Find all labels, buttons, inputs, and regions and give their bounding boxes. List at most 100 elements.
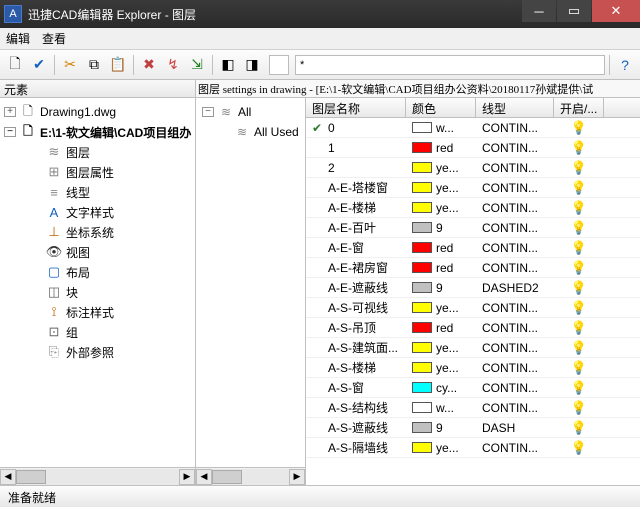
linetype-cell[interactable]: CONTIN... <box>476 121 554 135</box>
maximize-button[interactable]: ▭ <box>557 0 591 22</box>
col-color[interactable]: 颜色 <box>406 98 476 117</box>
tree-child[interactable]: ⊥坐标系统 <box>30 222 193 242</box>
bulb-icon[interactable]: 💡 <box>571 300 587 315</box>
filter-all[interactable]: − ≋ All <box>200 102 301 122</box>
bulb-icon[interactable]: 💡 <box>571 260 587 275</box>
table-row[interactable]: 2ye...CONTIN...💡 <box>306 158 640 178</box>
table-row[interactable]: A-E-百叶9CONTIN...💡 <box>306 218 640 238</box>
color-swatch[interactable] <box>412 402 432 413</box>
layer-grid[interactable]: ✔0w...CONTIN...💡1redCONTIN...💡2ye...CONT… <box>306 118 640 485</box>
bulb-icon[interactable]: 💡 <box>571 280 587 295</box>
col-name[interactable]: 图层名称 <box>306 98 406 117</box>
linetype-cell[interactable]: CONTIN... <box>476 301 554 315</box>
linetype-cell[interactable]: DASH <box>476 421 554 435</box>
linetype-cell[interactable]: CONTIN... <box>476 401 554 415</box>
color-swatch[interactable] <box>412 182 432 193</box>
linetype-cell[interactable]: CONTIN... <box>476 381 554 395</box>
table-row[interactable]: 1redCONTIN...💡 <box>306 138 640 158</box>
scroll-right-icon[interactable]: ▶ <box>289 469 305 485</box>
table-row[interactable]: A-S-建筑面...ye...CONTIN...💡 <box>306 338 640 358</box>
table-row[interactable]: A-E-遮蔽线9DASHED2💡 <box>306 278 640 298</box>
mid-h-scrollbar[interactable]: ◀ ▶ <box>196 467 305 485</box>
collapse-icon[interactable]: − <box>202 107 214 117</box>
bulb-icon[interactable]: 💡 <box>571 320 587 335</box>
scroll-left-icon[interactable]: ◀ <box>0 469 16 485</box>
linetype-cell[interactable]: CONTIN... <box>476 181 554 195</box>
filter-dropdown[interactable] <box>269 55 289 75</box>
bulb-icon[interactable]: 💡 <box>571 420 587 435</box>
linetype-cell[interactable]: CONTIN... <box>476 241 554 255</box>
table-row[interactable]: A-S-楼梯ye...CONTIN...💡 <box>306 358 640 378</box>
linetype-cell[interactable]: CONTIN... <box>476 221 554 235</box>
delete-icon[interactable]: ✖ <box>138 54 160 76</box>
color-swatch[interactable] <box>412 202 432 213</box>
color-swatch[interactable] <box>412 302 432 313</box>
color-swatch[interactable] <box>412 162 432 173</box>
linetype-cell[interactable]: CONTIN... <box>476 321 554 335</box>
bulb-icon[interactable]: 💡 <box>571 200 587 215</box>
menu-edit[interactable]: 编辑 <box>6 30 30 47</box>
tool-icon[interactable]: ◧ <box>217 54 239 76</box>
table-row[interactable]: A-S-窗cy...CONTIN...💡 <box>306 378 640 398</box>
new-doc-icon[interactable]: 🗋 <box>4 54 26 76</box>
table-row[interactable]: ✔0w...CONTIN...💡 <box>306 118 640 138</box>
table-row[interactable]: A-E-塔楼窗ye...CONTIN...💡 <box>306 178 640 198</box>
color-swatch[interactable] <box>412 282 432 293</box>
linetype-cell[interactable]: CONTIN... <box>476 201 554 215</box>
bulb-icon[interactable]: 💡 <box>571 400 587 415</box>
copy-icon[interactable]: ⧉ <box>83 54 105 76</box>
filter-allused[interactable]: ≋ All Used <box>200 122 301 142</box>
menu-view[interactable]: 查看 <box>42 30 66 47</box>
bulb-icon[interactable]: 💡 <box>571 240 587 255</box>
tree-child[interactable]: ⊡组 <box>30 322 193 342</box>
color-swatch[interactable] <box>412 342 432 353</box>
color-swatch[interactable] <box>412 142 432 153</box>
drawing-tree[interactable]: + 🗋 Drawing1.dwg − 🗋 E:\1-软文编辑\CAD项目组办 ≋… <box>0 98 195 467</box>
tree-child[interactable]: 👁视图 <box>30 242 193 262</box>
tree-child[interactable]: ≡线型 <box>30 182 193 202</box>
search-input[interactable] <box>295 55 605 75</box>
scroll-thumb[interactable] <box>212 470 242 484</box>
linetype-cell[interactable]: CONTIN... <box>476 341 554 355</box>
col-on[interactable]: 开启/... <box>554 98 604 117</box>
tree-child[interactable]: ≋图层 <box>30 142 193 162</box>
color-swatch[interactable] <box>412 382 432 393</box>
filter-tree[interactable]: − ≋ All ≋ All Used <box>196 98 305 467</box>
color-swatch[interactable] <box>412 362 432 373</box>
minimize-button[interactable]: ─ <box>522 0 556 22</box>
bulb-icon[interactable]: 💡 <box>571 380 587 395</box>
table-row[interactable]: A-S-结构线w...CONTIN...💡 <box>306 398 640 418</box>
scroll-thumb[interactable] <box>16 470 46 484</box>
linetype-cell[interactable]: DASHED2 <box>476 281 554 295</box>
scroll-left-icon[interactable]: ◀ <box>196 469 212 485</box>
tree-child[interactable]: ⊞图层属性 <box>30 162 193 182</box>
table-row[interactable]: A-S-遮蔽线9DASH💡 <box>306 418 640 438</box>
table-row[interactable]: A-E-裙房窗redCONTIN...💡 <box>306 258 640 278</box>
linetype-cell[interactable]: CONTIN... <box>476 441 554 455</box>
bulb-icon[interactable]: 💡 <box>571 340 587 355</box>
color-swatch[interactable] <box>412 442 432 453</box>
tree-child[interactable]: ⎘外部参照 <box>30 342 193 362</box>
color-swatch[interactable] <box>412 422 432 433</box>
table-row[interactable]: A-S-吊顶redCONTIN...💡 <box>306 318 640 338</box>
cut-icon[interactable]: ✂ <box>59 54 81 76</box>
bulb-icon[interactable]: 💡 <box>571 180 587 195</box>
color-swatch[interactable] <box>412 242 432 253</box>
linetype-cell[interactable]: CONTIN... <box>476 161 554 175</box>
bulb-icon[interactable]: 💡 <box>571 160 587 175</box>
left-h-scrollbar[interactable]: ◀ ▶ <box>0 467 195 485</box>
expand-icon[interactable]: + <box>4 107 16 117</box>
close-button[interactable]: ✕ <box>592 0 640 22</box>
color-swatch[interactable] <box>412 122 432 133</box>
tree-node-drawing1[interactable]: + 🗋 Drawing1.dwg <box>2 102 193 122</box>
color-swatch[interactable] <box>412 322 432 333</box>
scroll-right-icon[interactable]: ▶ <box>179 469 195 485</box>
col-linetype[interactable]: 线型 <box>476 98 554 117</box>
bulb-icon[interactable]: 💡 <box>571 440 587 455</box>
collapse-icon[interactable]: − <box>4 127 16 137</box>
tree-child[interactable]: A文字样式 <box>30 202 193 222</box>
bulb-icon[interactable]: 💡 <box>571 140 587 155</box>
purge-icon[interactable]: ↯ <box>162 54 184 76</box>
color-swatch[interactable] <box>412 222 432 233</box>
check-icon[interactable]: ✔ <box>28 54 50 76</box>
